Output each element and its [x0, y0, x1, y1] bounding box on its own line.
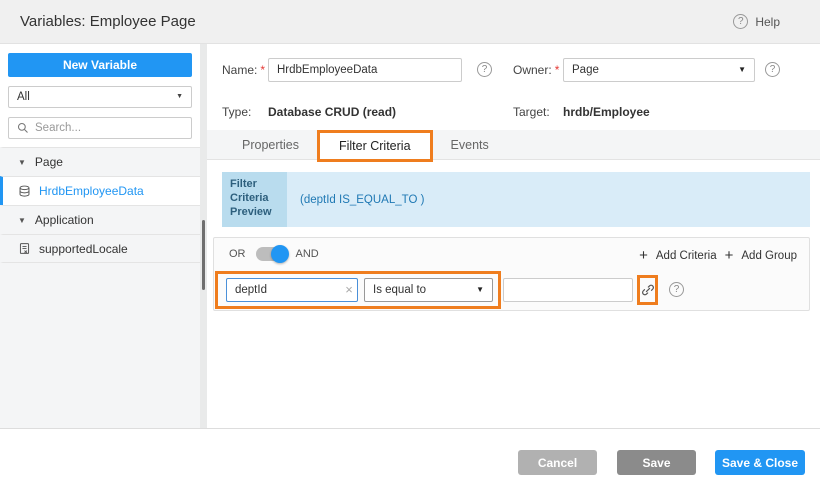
search-box[interactable] [8, 117, 192, 139]
criteria-condition-select[interactable]: Is equal to ▼ [364, 278, 493, 302]
tree-item-label: Page [35, 155, 63, 169]
name-label: Name:* [222, 58, 265, 82]
owner-label-text: Owner: [513, 63, 552, 77]
dialog-header: Variables: Employee Page ? Help [0, 0, 820, 44]
type-label: Type: [222, 100, 251, 124]
clear-field-icon[interactable]: × [340, 278, 358, 302]
sidebar-item-page-group[interactable]: ▼ Page [0, 147, 200, 176]
variables-dialog: Variables: Employee Page ? Help New Vari… [0, 0, 820, 490]
filter-criteria-preview-value: (deptId IS_EQUAL_TO ) [287, 172, 810, 227]
target-label: Target: [513, 100, 550, 124]
owner-help-icon[interactable]: ? [765, 62, 780, 77]
page-title: Variables: Employee Page [20, 0, 196, 44]
sidebar-item-hrdbemployeedata[interactable]: HrdbEmployeeData [0, 176, 200, 205]
criteria-value-input[interactable] [503, 278, 633, 302]
tab-events[interactable]: Events [431, 130, 509, 160]
chevron-down-icon: ▼ [738, 59, 746, 81]
database-variable-icon [18, 185, 31, 198]
caret-down-icon: ▼ [18, 158, 26, 167]
sidebar-item-application-group[interactable]: ▼ Application [0, 205, 200, 234]
save-and-close-button[interactable]: Save & Close [715, 450, 805, 475]
chevron-down-icon: ▼ [176, 87, 183, 107]
annotation-box-bind-icon [637, 275, 658, 305]
sidebar-controls: New Variable All ▼ [0, 44, 200, 147]
required-marker: * [260, 63, 265, 77]
owner-label: Owner:* [513, 58, 559, 82]
criteria-field-input[interactable] [226, 278, 358, 302]
add-criteria-button[interactable]: + Add Criteria [639, 247, 716, 264]
owner-select-value: Page [572, 64, 599, 76]
add-group-button[interactable]: + Add Group [725, 247, 797, 264]
filter-criteria-preview-label: Filter Criteria Preview [222, 172, 287, 227]
variable-detail-panel: Name:* ? Owner:* Page ▼ ? Type: Database… [207, 44, 820, 428]
chevron-down-icon: ▼ [476, 279, 484, 301]
help-button[interactable]: ? Help [733, 14, 780, 29]
link-icon [641, 283, 655, 297]
name-label-text: Name: [222, 63, 257, 77]
tab-filter-criteria-label: Filter Criteria [339, 139, 411, 153]
tab-properties[interactable]: Properties [222, 130, 319, 160]
and-label: AND [296, 248, 319, 260]
plus-icon: + [725, 247, 734, 264]
save-button[interactable]: Save [617, 450, 696, 475]
type-value: Database CRUD (read) [268, 100, 396, 124]
tree-item-label: supportedLocale [39, 242, 128, 256]
variables-sidebar: New Variable All ▼ ▼ Page [0, 44, 200, 428]
tab-filter-criteria[interactable]: Filter Criteria [319, 130, 431, 160]
logic-toggle-row: OR AND [229, 247, 319, 261]
target-value: hrdb/Employee [563, 100, 650, 124]
criteria-condition-value: Is equal to [373, 284, 426, 296]
sidebar-divider [200, 44, 207, 428]
add-group-label: Add Group [741, 250, 797, 262]
plus-icon: + [639, 247, 648, 264]
help-label: Help [755, 15, 780, 29]
search-icon [17, 122, 29, 134]
help-icon: ? [733, 14, 748, 29]
toggle-knob [271, 245, 289, 263]
add-actions: + Add Criteria + Add Group [639, 247, 797, 264]
cancel-button[interactable]: Cancel [518, 450, 597, 475]
variable-filter-select[interactable]: All ▼ [8, 86, 192, 108]
required-marker: * [555, 63, 560, 77]
filter-criteria-preview: Filter Criteria Preview (deptId IS_EQUAL… [222, 172, 810, 227]
bind-variable-button[interactable] [641, 283, 655, 297]
or-label: OR [229, 248, 246, 260]
search-input[interactable] [35, 118, 175, 138]
new-variable-button[interactable]: New Variable [8, 53, 192, 77]
caret-down-icon: ▼ [18, 216, 26, 225]
owner-select[interactable]: Page ▼ [563, 58, 755, 82]
dialog-footer: Cancel Save Save & Close [0, 428, 820, 490]
criteria-panel: OR AND + Add Criteria + Add Group × [213, 237, 810, 311]
document-variable-icon [18, 242, 31, 255]
tree-item-label: Application [35, 213, 94, 227]
or-and-toggle[interactable] [256, 247, 286, 261]
name-help-icon[interactable]: ? [477, 62, 492, 77]
variable-filter-value: All [17, 91, 30, 103]
name-input[interactable] [268, 58, 462, 82]
criteria-help-icon[interactable]: ? [669, 282, 684, 297]
tree-item-label: HrdbEmployeeData [39, 184, 144, 198]
tab-bar: Properties Filter Criteria Events [207, 130, 820, 160]
scrollbar-thumb[interactable] [202, 220, 205, 290]
sidebar-item-supportedlocale[interactable]: supportedLocale [0, 234, 200, 263]
add-criteria-label: Add Criteria [656, 250, 717, 262]
